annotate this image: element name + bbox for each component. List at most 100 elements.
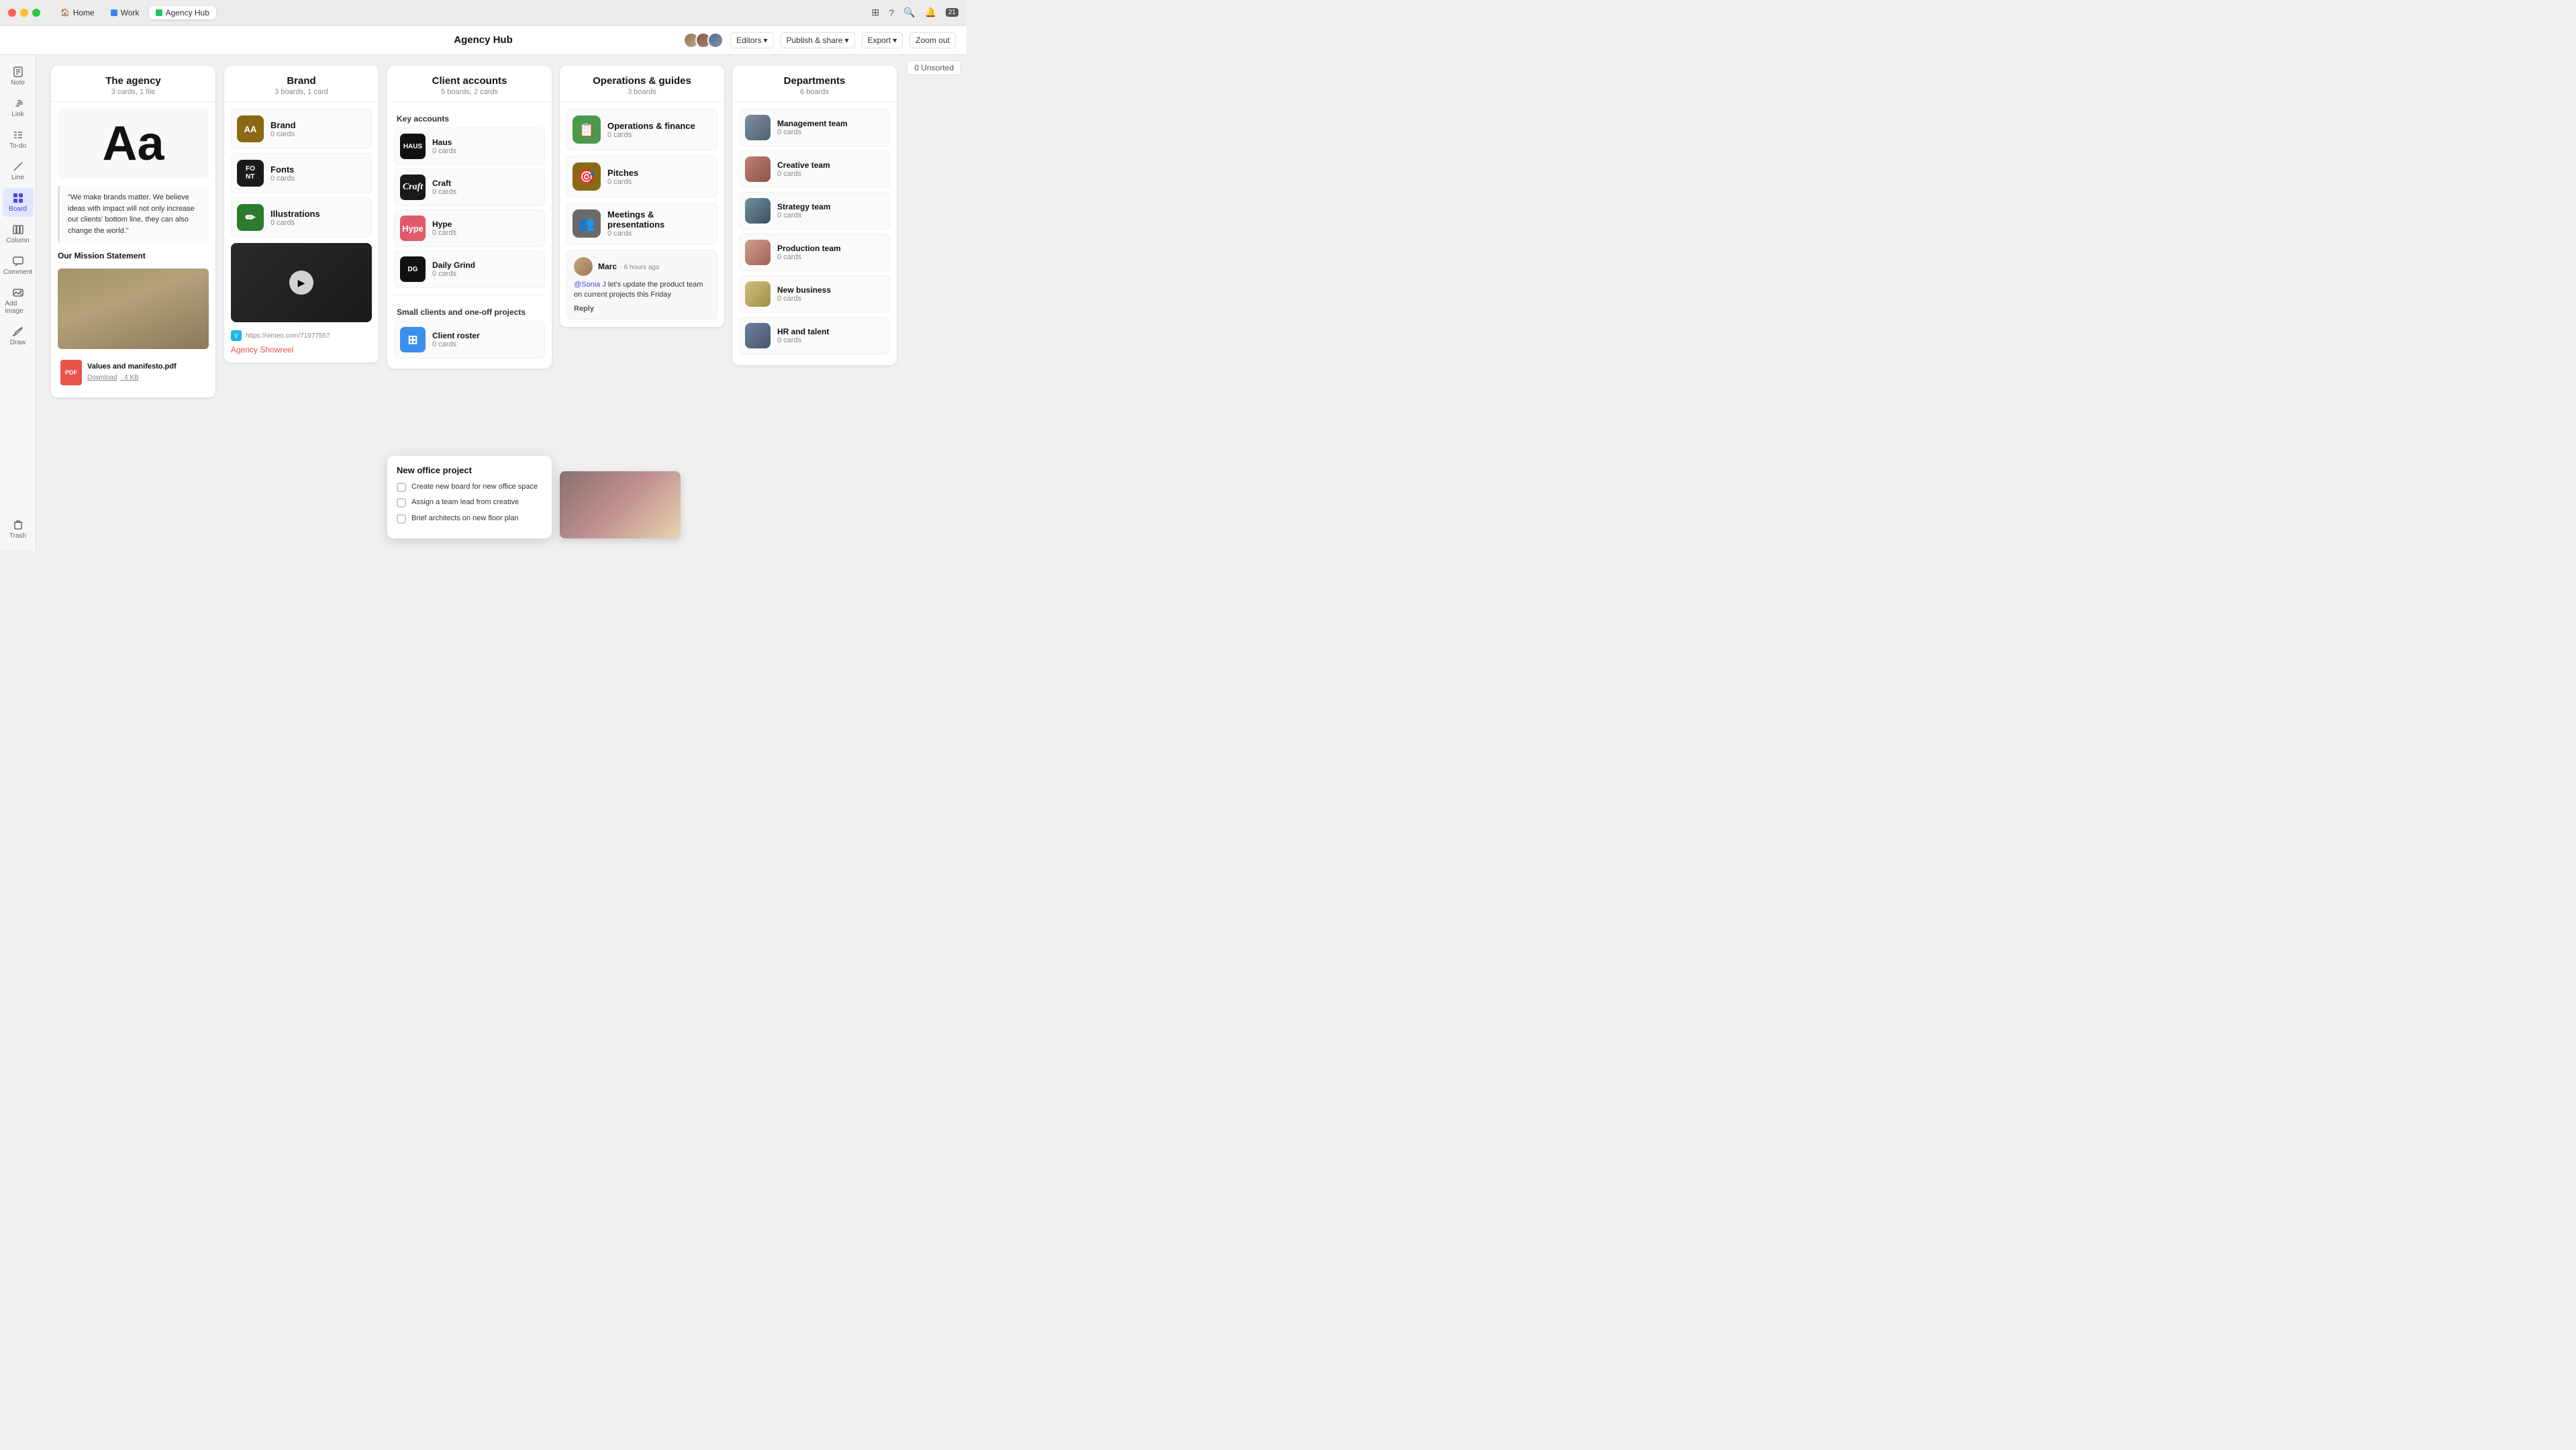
- brand-video[interactable]: ▶: [231, 243, 372, 322]
- tab-home[interactable]: 🏠 Home: [54, 6, 101, 19]
- sidebar-item-comment[interactable]: Comment: [3, 251, 34, 280]
- client-daily-grind-icon: DG: [400, 256, 426, 282]
- unsorted-badge[interactable]: 0 Unsorted: [907, 60, 961, 75]
- showreel-link[interactable]: Agency Showreel: [231, 345, 293, 354]
- sidebar-item-board[interactable]: Board: [3, 188, 34, 217]
- dept-strategy-avatar: [745, 198, 771, 224]
- column-depts-body: Management team 0 cards Creative team 0 …: [732, 102, 897, 365]
- column-clients-title: Client accounts: [398, 75, 541, 87]
- checkbox-0[interactable]: [397, 483, 406, 492]
- sidebar-item-note[interactable]: Note: [3, 62, 34, 91]
- client-haus-icon: HAUS: [400, 134, 426, 159]
- video-overlay: ▶: [231, 243, 372, 322]
- dept-creative-count: 0 cards: [777, 170, 830, 178]
- client-item-craft[interactable]: Craft Craft 0 cards: [394, 168, 545, 206]
- dept-management-avatar: [745, 115, 771, 140]
- dept-item-strategy[interactable]: Strategy team 0 cards: [739, 192, 890, 230]
- page-title: Agency Hub: [454, 34, 513, 46]
- dept-hr-name: HR and talent: [777, 327, 829, 336]
- dept-item-creative[interactable]: Creative team 0 cards: [739, 150, 890, 188]
- comment-mention: @Sonia J: [574, 281, 606, 289]
- question-icon[interactable]: ?: [889, 7, 894, 18]
- board-item-illustrations[interactable]: ✏ Illustrations 0 cards: [231, 197, 372, 238]
- dept-new-business-avatar: [745, 281, 771, 307]
- column-brand-header: Brand 3 boards, 1 card: [224, 66, 379, 102]
- titlebar-right: ⊞ ? 🔍 🔔 21: [871, 7, 958, 18]
- column-clients-body: Key accounts HAUS Haus 0 cards Craft Cra…: [387, 102, 552, 369]
- dept-item-production[interactable]: Production team 0 cards: [739, 234, 890, 271]
- maximize-button[interactable]: [32, 9, 40, 17]
- column-brand: Brand 3 boards, 1 card AA Brand 0 cards …: [224, 66, 379, 362]
- brand-board-icon: AA: [237, 115, 264, 142]
- fonts-board-icon: FONT: [237, 160, 264, 187]
- minimize-button[interactable]: [20, 9, 28, 17]
- search-icon[interactable]: 🔍: [903, 7, 915, 18]
- sidebar-item-trash[interactable]: Trash: [3, 515, 34, 544]
- client-item-daily-grind[interactable]: DG Daily Grind 0 cards: [394, 250, 545, 288]
- board-fonts-name: Fonts: [270, 164, 295, 175]
- bell-icon[interactable]: 🔔: [924, 7, 936, 18]
- tab-work[interactable]: Work: [104, 6, 146, 19]
- board-item-brand[interactable]: AA Brand 0 cards: [231, 109, 372, 149]
- play-button[interactable]: ▶: [289, 271, 313, 295]
- checkbox-2[interactable]: [397, 514, 406, 524]
- dept-production-name: Production team: [777, 244, 841, 253]
- board-item-fonts[interactable]: FONT Fonts 0 cards: [231, 153, 372, 193]
- ops-item-finance[interactable]: 📋 Operations & finance 0 cards: [566, 109, 717, 150]
- column-ops-title: Operations & guides: [571, 75, 713, 87]
- editors-button[interactable]: Editors ▾: [730, 32, 773, 48]
- pdf-filesize: 4 KB: [124, 374, 139, 381]
- ops-item-meetings[interactable]: 👥 Meetings & presentations 0 cards: [566, 203, 717, 244]
- dept-strategy-name: Strategy team: [777, 202, 830, 211]
- dept-item-new-business[interactable]: New business 0 cards: [739, 275, 890, 313]
- dept-management-count: 0 cards: [777, 128, 848, 136]
- column-departments: Departments 6 boards Management team 0 c…: [732, 66, 897, 365]
- floating-card-title: New office project: [397, 465, 542, 475]
- client-hype-icon: Hype: [400, 215, 426, 241]
- sidebar-item-todo[interactable]: To-do: [3, 125, 34, 154]
- sidebar-item-column[interactable]: Column: [3, 220, 34, 248]
- client-item-haus[interactable]: HAUS Haus 0 cards: [394, 128, 545, 165]
- key-accounts-header: Key accounts: [394, 109, 545, 128]
- floating-card-new-office: New office project Create new board for …: [387, 456, 552, 538]
- ops-item-pitches[interactable]: 🎯 Pitches 0 cards: [566, 156, 717, 197]
- client-haus-count: 0 cards: [432, 147, 456, 155]
- column-depts-subtitle: 6 boards: [743, 88, 886, 96]
- sidebar-item-add-image[interactable]: Add image: [3, 283, 34, 319]
- zoom-out-button[interactable]: Zoom out: [909, 32, 956, 48]
- client-item-hype[interactable]: Hype Hype 0 cards: [394, 209, 545, 247]
- dept-item-management[interactable]: Management team 0 cards: [739, 109, 890, 146]
- column-agency-title: The agency: [62, 75, 205, 87]
- check-item-0: Create new board for new office space: [397, 482, 542, 492]
- client-roster-count: 0 cards: [432, 340, 480, 348]
- export-button[interactable]: Export ▾: [862, 32, 903, 48]
- publish-share-button[interactable]: Publish & share ▾: [781, 32, 855, 48]
- dept-item-hr[interactable]: HR and talent 0 cards: [739, 317, 890, 354]
- dept-hr-count: 0 cards: [777, 336, 829, 344]
- titlebar-tabs: 🏠 Home Work Agency Hub: [54, 6, 216, 19]
- check-label-1: Assign a team lead from creative: [411, 497, 519, 508]
- client-daily-grind-name: Daily Grind: [432, 260, 475, 270]
- client-craft-icon: Craft: [400, 175, 426, 200]
- comment-reply-button[interactable]: Reply: [574, 305, 710, 313]
- grid-icon[interactable]: ⊞: [871, 7, 879, 18]
- pdf-icon: PDF: [60, 360, 82, 385]
- topbar-right: Editors ▾ Publish & share ▾ Export ▾ Zoo…: [683, 32, 956, 48]
- tab-agency-hub[interactable]: Agency Hub: [149, 6, 216, 19]
- column-clients: Client accounts 5 boards, 2 cards Key ac…: [387, 66, 552, 369]
- column-brand-subtitle: 3 boards, 1 card: [235, 88, 368, 96]
- dept-production-count: 0 cards: [777, 253, 841, 261]
- client-item-roster[interactable]: ⊞ Client roster 0 cards: [394, 321, 545, 358]
- sidebar-item-draw[interactable]: Draw: [3, 322, 34, 350]
- sidebar-item-line[interactable]: Line: [3, 156, 34, 185]
- close-button[interactable]: [8, 9, 16, 17]
- ops-pitches-icon: 🎯: [573, 162, 601, 191]
- checkbox-1[interactable]: [397, 498, 406, 508]
- column-ops-body: 📋 Operations & finance 0 cards 🎯 Pitches…: [560, 102, 724, 327]
- sidebar-item-link[interactable]: Link: [3, 93, 34, 122]
- dept-new-business-name: New business: [777, 285, 831, 295]
- column-ops-header: Operations & guides 3 boards: [560, 66, 724, 102]
- ops-meetings-icon: 👥: [573, 209, 601, 238]
- client-hype-count: 0 cards: [432, 229, 456, 237]
- pdf-download-link[interactable]: Download: [87, 374, 117, 381]
